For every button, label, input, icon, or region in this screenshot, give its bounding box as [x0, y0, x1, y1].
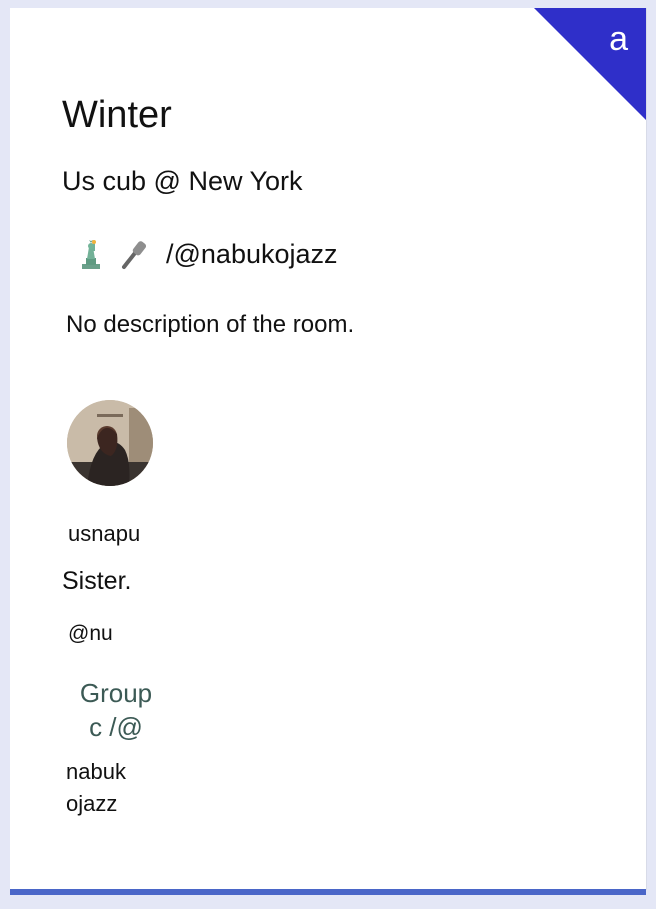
group-name-line: ojazz: [66, 791, 118, 816]
group-label: Group c /@: [66, 676, 166, 744]
microphone-icon: [118, 238, 148, 270]
bottom-bar: [10, 889, 646, 895]
member-bio: Sister.: [62, 567, 132, 595]
room-handle-row: /@nabukojazz: [76, 238, 338, 270]
group-name-line: nabuk: [66, 759, 126, 784]
member-username[interactable]: usnapu: [68, 521, 140, 547]
group-label-line: Group: [79, 678, 153, 708]
room-location: Us cub @ New York: [62, 166, 303, 196]
room-description: No description of the room.: [66, 311, 355, 338]
group-label-line: c /@: [89, 712, 143, 742]
member-handle[interactable]: @nu: [68, 622, 113, 646]
group-name[interactable]: nabuk ojazz: [66, 756, 126, 820]
statue-of-liberty-icon: [76, 238, 106, 270]
corner-badge[interactable]: [534, 8, 646, 120]
room-handle[interactable]: /@nabukojazz: [166, 239, 338, 270]
room-title: Winter: [62, 94, 172, 136]
room-card[interactable]: a Winter Us cub @ New York /@nabukojazz …: [10, 8, 647, 890]
avatar[interactable]: [67, 400, 153, 486]
corner-badge-letter[interactable]: a: [609, 22, 628, 56]
